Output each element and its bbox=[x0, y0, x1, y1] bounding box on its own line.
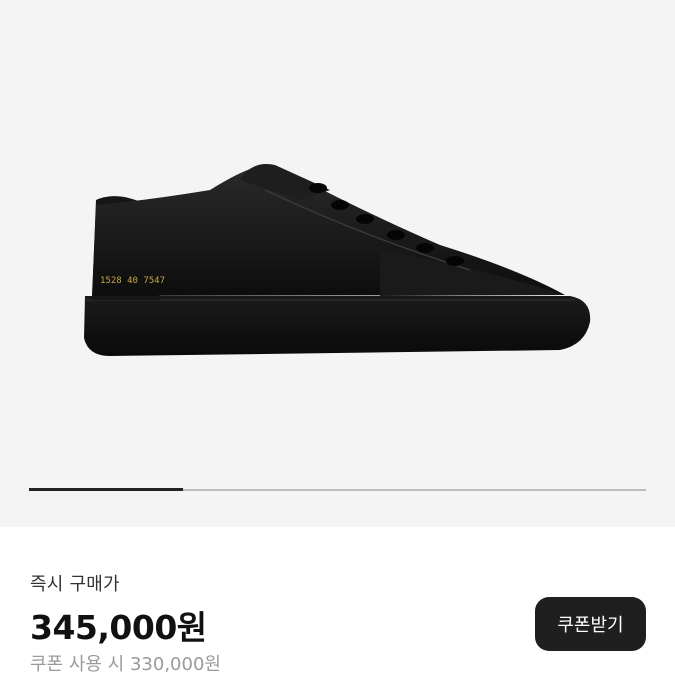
product-image-area[interactable]: 1528 40 7547 bbox=[0, 0, 675, 527]
coupon-price-text: 쿠폰 사용 시 330,000원 bbox=[30, 654, 221, 675]
get-coupon-button[interactable]: 쿠폰받기 bbox=[535, 597, 646, 651]
sneaker-image: 1528 40 7547 bbox=[84, 164, 591, 356]
carousel-progress-fill bbox=[29, 488, 184, 491]
instant-buy-label: 즉시 구매가 bbox=[30, 574, 120, 595]
carousel-progress-bar bbox=[29, 488, 646, 491]
price-value: 345,000원 bbox=[30, 608, 207, 647]
serial-stamp: 1528 40 7547 bbox=[100, 276, 165, 286]
